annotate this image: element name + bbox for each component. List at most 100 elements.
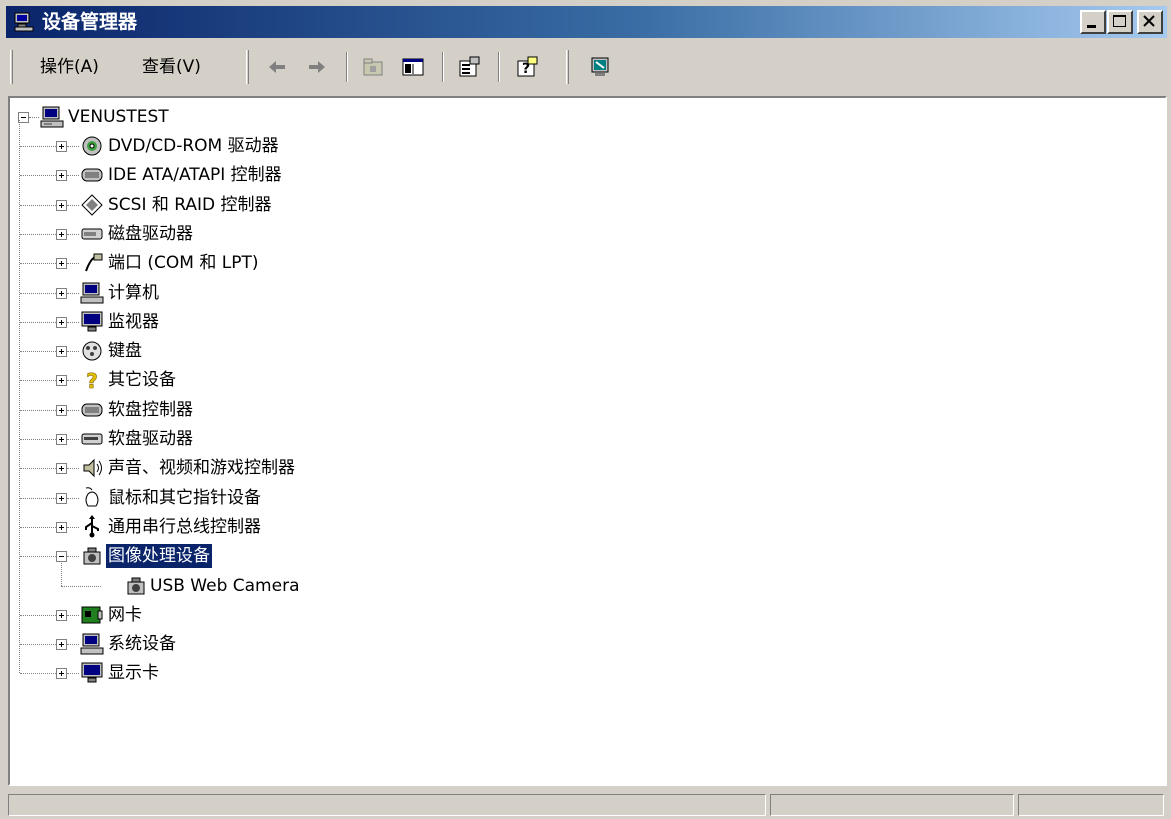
tree-child-label: USB Web Camera <box>150 576 300 596</box>
tree-item[interactable]: ? 其它设备 <box>10 367 510 395</box>
tree-item-label: 显示卡 <box>108 663 159 683</box>
title-bar[interactable]: 设备管理器 <box>6 6 1167 38</box>
tree-item[interactable]: DVD/CD-ROM 驱动器 <box>10 133 510 161</box>
floppy-drive-icon <box>80 427 104 451</box>
toolbar-separator <box>498 52 500 82</box>
expand-toggle[interactable] <box>56 200 67 211</box>
device-manager-window: 设备管理器 操作(A) 查看(V) ? VENUSTEST DVD/CD-ROM… <box>0 0 1171 819</box>
tree-item-label: 软盘控制器 <box>108 400 193 420</box>
speaker-icon <box>80 456 104 480</box>
help-button[interactable]: ? <box>512 52 542 82</box>
tree-item-label: 声音、视频和游戏控制器 <box>108 458 295 478</box>
show-hide-tree-icon <box>402 58 424 76</box>
expand-toggle[interactable] <box>56 522 67 533</box>
toolbar-separator <box>442 52 444 82</box>
toolbar-grip-2[interactable] <box>246 50 249 84</box>
tree-item[interactable]: 磁盘驱动器 <box>10 221 510 249</box>
tree-item[interactable]: 网卡 <box>10 602 510 630</box>
expand-toggle[interactable] <box>56 258 67 269</box>
tree-item[interactable]: 系统设备 <box>10 631 510 659</box>
toolbar-separator <box>346 52 348 82</box>
webcam-icon <box>124 574 148 598</box>
maximize-icon <box>1113 15 1126 27</box>
expand-toggle[interactable] <box>56 317 67 328</box>
expand-toggle[interactable] <box>56 346 67 357</box>
expand-toggle[interactable] <box>56 405 67 416</box>
tree-item[interactable]: IDE ATA/ATAPI 控制器 <box>10 162 510 190</box>
minimize-icon <box>1087 25 1096 28</box>
system-device-icon <box>80 632 104 656</box>
help-icon: ? <box>517 56 538 77</box>
tree-item[interactable]: 监视器 <box>10 309 510 337</box>
toolbar-grip-3[interactable] <box>566 50 569 84</box>
menu-view[interactable]: 查看(V) <box>138 54 205 80</box>
tree-item-label: 鼠标和其它指针设备 <box>108 488 261 508</box>
tree-item[interactable]: 图像处理设备 <box>10 543 510 571</box>
tree-item[interactable]: 通用串行总线控制器 <box>10 514 510 542</box>
expand-toggle[interactable] <box>56 463 67 474</box>
tree-item[interactable]: SCSI 和 RAID 控制器 <box>10 192 510 220</box>
network-card-icon <box>80 603 104 627</box>
tree-item-label: 网卡 <box>108 605 142 625</box>
disk-drive-icon <box>80 222 104 246</box>
maximize-button[interactable] <box>1107 10 1133 34</box>
close-icon <box>1143 15 1155 27</box>
tree-item-label: 计算机 <box>108 283 159 303</box>
show-hide-tree-button[interactable] <box>398 52 428 82</box>
tree-child-item[interactable]: USB Web Camera <box>10 573 510 601</box>
tree-item[interactable]: 计算机 <box>10 280 510 308</box>
expand-toggle[interactable] <box>56 610 67 621</box>
tree-item[interactable]: 鼠标和其它指针设备 <box>10 485 510 513</box>
expand-toggle[interactable] <box>56 170 67 181</box>
menu-action[interactable]: 操作(A) <box>36 54 103 80</box>
tree-item-label: SCSI 和 RAID 控制器 <box>108 195 272 215</box>
monitor-icon <box>80 310 104 334</box>
tree-item-label: 通用串行总线控制器 <box>108 517 261 537</box>
tree-item[interactable]: 键盘 <box>10 338 510 366</box>
collapse-toggle[interactable] <box>56 551 67 562</box>
expand-toggle[interactable] <box>56 375 67 386</box>
properties-icon <box>459 56 480 77</box>
cdrom-icon <box>80 134 104 158</box>
expand-toggle[interactable] <box>56 434 67 445</box>
tree-item-label: 键盘 <box>108 341 142 361</box>
ide-controller-icon <box>80 163 104 187</box>
svg-text:?: ? <box>86 369 98 392</box>
expand-toggle[interactable] <box>56 229 67 240</box>
mouse-icon <box>80 486 104 510</box>
expand-toggle[interactable] <box>56 288 67 299</box>
expand-toggle[interactable] <box>56 639 67 650</box>
scan-hardware-button[interactable] <box>586 52 616 82</box>
up-folder-icon <box>363 58 383 76</box>
status-pane-main <box>8 794 766 816</box>
back-button[interactable] <box>262 52 292 82</box>
up-folder-button[interactable] <box>358 52 388 82</box>
tree-item-label: 软盘驱动器 <box>108 429 193 449</box>
computer-icon <box>80 281 104 305</box>
expand-toggle[interactable] <box>56 668 67 679</box>
keyboard-icon <box>80 339 104 363</box>
tree-item[interactable]: 软盘驱动器 <box>10 426 510 454</box>
expand-toggle[interactable] <box>56 493 67 504</box>
expand-toggle[interactable] <box>56 141 67 152</box>
properties-button[interactable] <box>454 52 484 82</box>
toolbar-grip[interactable] <box>10 50 13 84</box>
tree-item[interactable]: 声音、视频和游戏控制器 <box>10 455 510 483</box>
forward-button[interactable] <box>302 52 332 82</box>
status-pane-middle <box>770 794 1014 816</box>
device-tree-content: VENUSTEST DVD/CD-ROM 驱动器 IDE ATA/ATAPI 控制… <box>10 98 1165 784</box>
scsi-icon <box>80 193 104 217</box>
window-title: 设备管理器 <box>42 11 138 33</box>
device-tree[interactable]: VENUSTEST DVD/CD-ROM 驱动器 IDE ATA/ATAPI 控制… <box>8 96 1167 786</box>
tree-root-node[interactable]: VENUSTEST <box>14 104 314 132</box>
device-manager-icon <box>14 12 36 32</box>
tree-item[interactable]: 软盘控制器 <box>10 397 510 425</box>
toolbar: 操作(A) 查看(V) ? <box>6 42 1167 92</box>
close-button[interactable] <box>1137 10 1163 34</box>
tree-item[interactable]: 端口 (COM 和 LPT) <box>10 250 510 278</box>
minimize-button[interactable] <box>1080 10 1106 34</box>
question-mark-icon: ? <box>80 368 104 394</box>
tree-item-label: IDE ATA/ATAPI 控制器 <box>108 165 282 185</box>
display-adapter-icon <box>80 661 104 685</box>
tree-item[interactable]: 显示卡 <box>10 660 510 688</box>
